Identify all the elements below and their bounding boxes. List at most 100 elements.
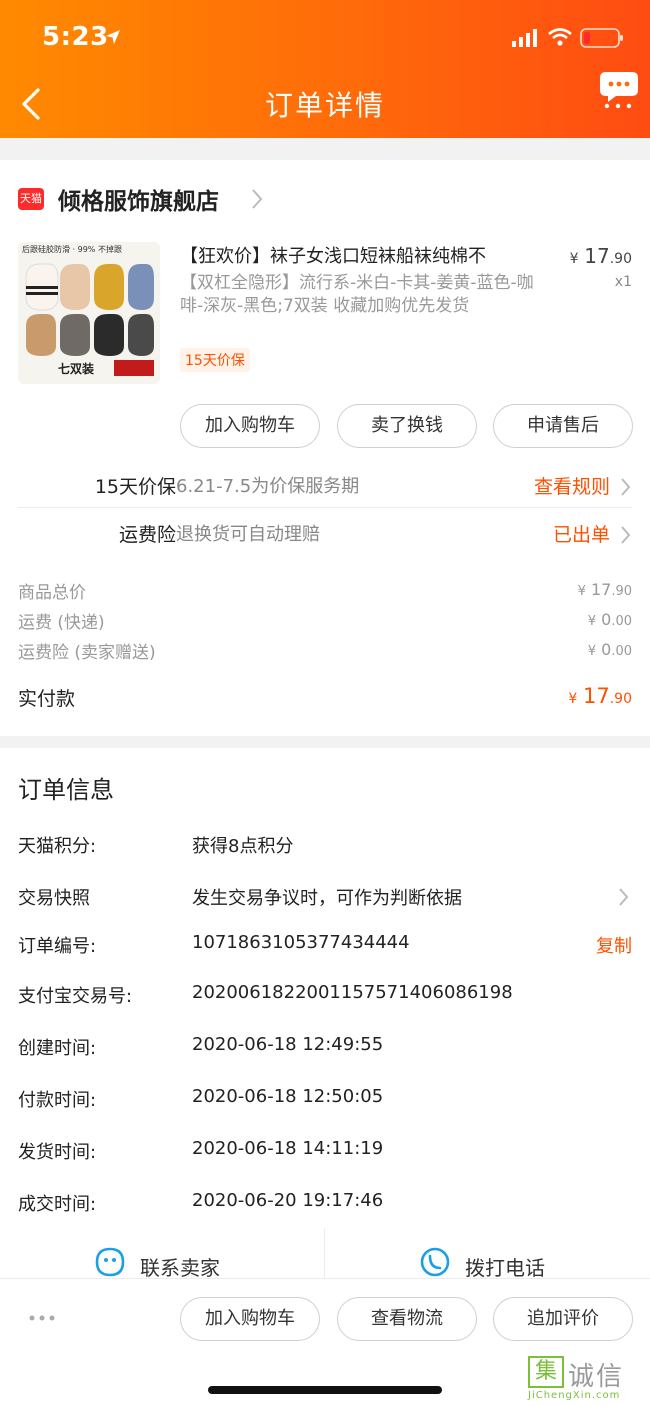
fee-row-goods: 商品总价 ¥ 17.90: [18, 578, 632, 606]
info-value: 2020-06-20 19:17:46: [192, 1190, 384, 1211]
watermark-en: JiChengXin.com: [528, 1390, 621, 1401]
fee-symbol: ¥: [577, 584, 586, 599]
info-label: 创建时间:: [18, 1038, 97, 1059]
page-title: 订单详情: [264, 89, 385, 122]
total-paid-label: 实付款: [18, 688, 76, 710]
chevron-right-icon[interactable]: [250, 186, 264, 212]
copy-button[interactable]: 复制: [596, 932, 632, 958]
watermark-logo: 集 诚信 JiChengXin.com: [528, 1356, 644, 1402]
fee-symbol: ¥: [587, 614, 597, 629]
info-row-points: 天猫积分: 获得8点积分: [18, 832, 632, 862]
product-image-brand: 七双装: [58, 362, 95, 376]
info-label: 成交时间:: [18, 1194, 97, 1215]
product-image[interactable]: 后跟硅胶防滑 · 99% 不掉跟 七双装: [18, 242, 160, 384]
fee-label: 商品总价: [18, 583, 86, 603]
info-row-shipped: 发货时间: 2020-06-18 14:11:19: [18, 1138, 632, 1168]
info-value: 2020-06-18 12:50:05: [192, 1086, 384, 1107]
info-label: 订单编号:: [18, 936, 97, 957]
fee-int: 0: [601, 640, 612, 659]
product-image-banner: 后跟硅胶防滑 · 99% 不掉跟: [22, 245, 122, 254]
store-name[interactable]: 倾格服饰旗舰店: [58, 182, 219, 216]
price-protect-tag: 15天价保: [180, 348, 250, 372]
more-dots-icon[interactable]: [28, 1309, 58, 1327]
add-to-cart-button[interactable]: 加入购物车: [180, 404, 320, 448]
info-label: 天猫积分:: [18, 836, 97, 857]
chat-face-icon: [95, 1247, 125, 1277]
product-title[interactable]: 【狂欢价】袜子女浅口短袜船袜纯棉不: [180, 242, 540, 268]
resell-button[interactable]: 卖了换钱: [337, 404, 477, 448]
chevron-right-icon: [621, 526, 631, 544]
total-dec: .90: [609, 691, 632, 707]
fee-int: 0: [601, 610, 612, 629]
contact-seller-label: 联系卖家: [140, 1256, 220, 1280]
fee-int: 17: [590, 580, 612, 599]
header-bar: 5:23 订单详情: [0, 0, 650, 138]
fee-value: ¥ 0.00: [588, 640, 632, 659]
price-protect-row[interactable]: 15天价保 6.21-7.5为价保服务期 查看规则: [18, 462, 632, 508]
info-label: 发货时间:: [18, 1142, 97, 1163]
info-label: 交易快照: [18, 888, 90, 909]
chevron-right-icon: [619, 888, 629, 906]
home-indicator: [208, 1386, 442, 1394]
service-label: 15天价保: [94, 476, 176, 498]
info-row-order-number: 订单编号: 1071863105377434444 复制: [18, 932, 632, 962]
add-to-cart-button[interactable]: 加入购物车: [180, 1297, 320, 1341]
product-quantity: x1: [614, 274, 632, 290]
info-row-alipay-number: 支付宝交易号: 2020061822001157571406086198: [18, 982, 632, 1012]
location-arrow-icon: [106, 30, 120, 44]
contact-bar: 联系卖家 拨打电话: [0, 1228, 650, 1280]
info-label: 付款时间:: [18, 1090, 97, 1111]
product-price-symbol: ¥: [569, 251, 579, 267]
product-price-dec: .90: [609, 251, 632, 267]
policy-issued-link[interactable]: 已出单: [553, 520, 610, 547]
order-info-section: 订单信息 天猫积分: 获得8点积分 交易快照 发生交易争议时，可作为判断依据 订…: [0, 748, 650, 1228]
info-value: 1071863105377434444: [192, 932, 410, 953]
battery-icon: [580, 28, 623, 48]
total-int: 17: [583, 684, 610, 708]
shipping-insurance-row[interactable]: 运费险 退换货可自动理赔 已出单: [18, 510, 632, 556]
fee-value: ¥ 17.90: [578, 580, 632, 599]
product-price-int: 17: [584, 244, 610, 268]
watermark-cn: 诚信: [568, 1362, 625, 1392]
order-info-title: 订单信息: [18, 776, 114, 804]
view-rules-link[interactable]: 查看规则: [534, 472, 610, 499]
fee-dec: .00: [611, 644, 632, 659]
order-store-section: 天猫 倾格服饰旗舰店 后跟硅胶防滑 · 99% 不掉跟 七双装 【狂欢价】袜子女…: [0, 160, 650, 736]
phone-icon: [420, 1247, 450, 1277]
fee-row-shipping: 运费 (快递) ¥ 0.00: [18, 608, 632, 636]
chevron-right-icon: [621, 478, 631, 496]
info-value: 获得8点积分: [192, 836, 294, 857]
wifi-icon: [548, 28, 572, 46]
contact-seller-button[interactable]: 联系卖家: [0, 1228, 325, 1280]
product-sku: 【双杠全隐形】流行系-米白-卡其-姜黄-蓝色-咖啡-深灰-黑色;7双装 收藏加购…: [180, 273, 534, 316]
total-paid-value: ¥ 17.90: [568, 684, 632, 708]
call-phone-button[interactable]: 拨打电话: [325, 1228, 650, 1280]
fee-label: 运费险 (卖家赠送): [18, 643, 156, 663]
message-more-icon[interactable]: [598, 70, 640, 110]
info-value: 发生交易争议时，可作为判断依据: [192, 888, 462, 909]
call-phone-label: 拨打电话: [465, 1256, 545, 1280]
info-value: 2020-06-18 12:49:55: [192, 1034, 384, 1055]
add-review-button[interactable]: 追加评价: [493, 1297, 633, 1341]
product-price: ¥ 17.90: [570, 244, 632, 268]
fee-dec: .90: [611, 584, 632, 599]
info-row-snapshot[interactable]: 交易快照 发生交易争议时，可作为判断依据: [18, 884, 632, 914]
status-time: 5:23: [42, 22, 109, 52]
fee-value: ¥ 0.00: [588, 610, 632, 629]
total-symbol: ¥: [568, 691, 578, 707]
fee-symbol: ¥: [587, 644, 597, 659]
info-value: 2020061822001157571406086198: [192, 982, 513, 1003]
view-logistics-button[interactable]: 查看物流: [337, 1297, 477, 1341]
service-label: 运费险: [118, 524, 176, 546]
fee-row-insurance: 运费险 (卖家赠送) ¥ 0.00: [18, 638, 632, 666]
service-desc: 6.21-7.5为价保服务期: [176, 476, 360, 497]
service-desc: 退换货可自动理赔: [176, 524, 320, 545]
after-sales-button[interactable]: 申请售后: [493, 404, 633, 448]
info-row-completed: 成交时间: 2020-06-20 19:17:46: [18, 1190, 632, 1220]
info-label: 支付宝交易号:: [18, 986, 133, 1007]
fee-label: 运费 (快递): [18, 613, 105, 633]
tmall-badge: 天猫: [18, 188, 44, 210]
fee-dec: .00: [611, 614, 632, 629]
info-row-paid: 付款时间: 2020-06-18 12:50:05: [18, 1086, 632, 1116]
watermark-mark: 集: [528, 1356, 564, 1388]
